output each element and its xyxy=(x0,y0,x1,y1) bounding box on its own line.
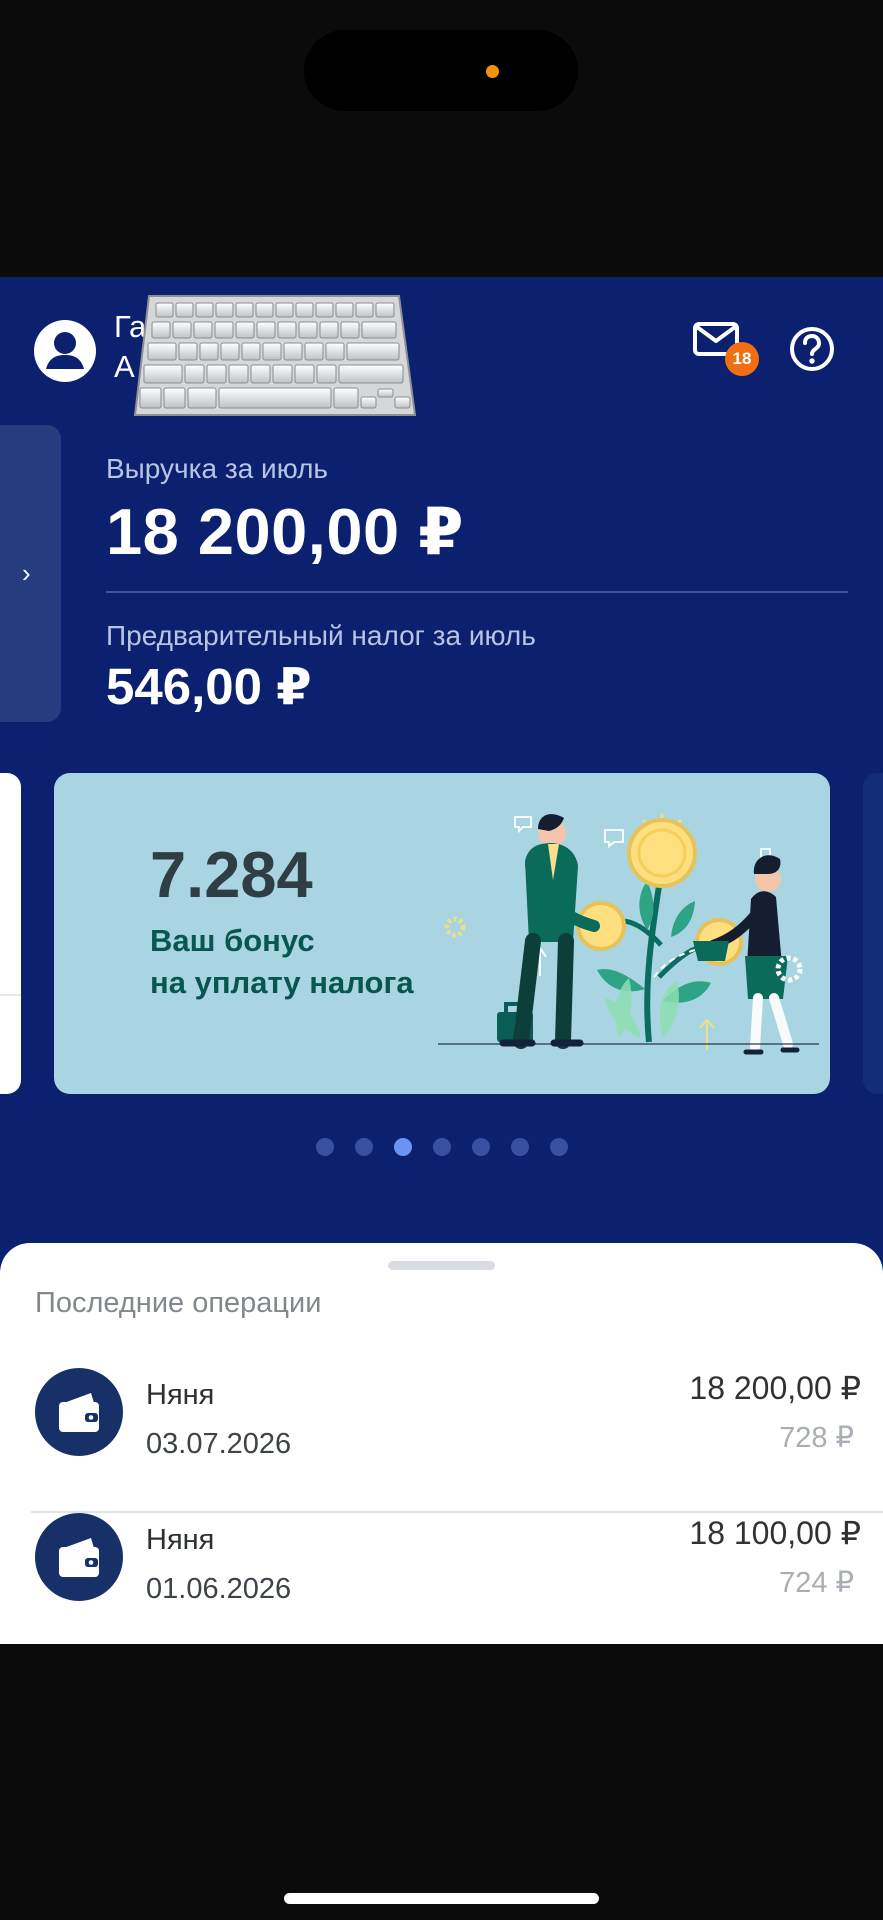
carousel-dot-active[interactable] xyxy=(394,1138,412,1156)
operation-tax: 728 ₽ xyxy=(779,1422,854,1454)
help-button[interactable] xyxy=(788,325,836,373)
avatar[interactable] xyxy=(34,320,96,382)
operation-amount: 18 100,00 ₽ xyxy=(689,1515,861,1551)
bonus-description: Ваш бонус на уплату налога xyxy=(150,923,414,1000)
carousel-dot[interactable] xyxy=(355,1138,373,1156)
operations-title: Последние операции xyxy=(35,1287,322,1319)
summary-divider xyxy=(106,591,848,593)
next-promo-card[interactable] xyxy=(863,773,883,1094)
carousel-pagination xyxy=(0,1138,883,1158)
wallet-icon xyxy=(35,1368,123,1456)
sheet-drag-handle[interactable] xyxy=(388,1261,495,1270)
operation-row[interactable]: Няня 01.06.2026 18 100,00 ₽ 724 ₽ xyxy=(31,1513,883,1644)
home-indicator[interactable] xyxy=(284,1893,599,1904)
carousel-dot[interactable] xyxy=(511,1138,529,1156)
operation-name: Няня xyxy=(146,1524,215,1556)
promo-card-divider xyxy=(0,994,21,996)
chevron-right-icon: › xyxy=(22,558,31,588)
recent-operations-sheet: Последние операции Няня 03.07.2026 18 20… xyxy=(0,1243,883,1644)
notification-badge: 18 xyxy=(725,342,759,376)
device-top-bezel xyxy=(0,0,883,277)
header: Га инат А xyxy=(0,277,883,427)
device-bottom-bezel xyxy=(0,1644,883,1920)
carousel-dot[interactable] xyxy=(433,1138,451,1156)
bonus-promo-card[interactable]: 7.284 Ваш бонус на уплату налога xyxy=(54,773,830,1094)
side-card[interactable]: › xyxy=(0,425,61,722)
bonus-amount: 7.284 xyxy=(150,838,313,911)
operation-row[interactable]: Няня 03.07.2026 18 200,00 ₽ 728 ₽ xyxy=(31,1368,883,1513)
tax-value: 546,00 ₽ xyxy=(106,658,312,715)
operation-name: Няня xyxy=(146,1379,215,1411)
operation-date: 01.06.2026 xyxy=(146,1573,292,1605)
money-tree-illustration xyxy=(438,813,819,1055)
keyboard-image xyxy=(134,295,416,416)
revenue-value: 18 200,00 ₽ xyxy=(106,495,464,568)
tax-app-screen: Га инат А xyxy=(0,277,883,1644)
dynamic-island xyxy=(304,30,578,111)
carousel-dot[interactable] xyxy=(472,1138,490,1156)
messages-button[interactable]: 18 xyxy=(692,319,762,379)
tax-label: Предварительный налог за июль xyxy=(106,620,536,651)
user-icon xyxy=(46,332,84,369)
previous-promo-card[interactable] xyxy=(0,773,21,1094)
carousel-dot[interactable] xyxy=(316,1138,334,1156)
wallet-icon xyxy=(35,1513,123,1601)
carousel-dot[interactable] xyxy=(550,1138,568,1156)
operation-amount: 18 200,00 ₽ xyxy=(689,1370,861,1406)
operation-tax: 724 ₽ xyxy=(779,1567,854,1599)
operation-date: 03.07.2026 xyxy=(146,1428,292,1460)
help-icon xyxy=(790,327,834,371)
camera-indicator-dot xyxy=(486,65,499,78)
revenue-label: Выручка за июль xyxy=(106,453,329,484)
